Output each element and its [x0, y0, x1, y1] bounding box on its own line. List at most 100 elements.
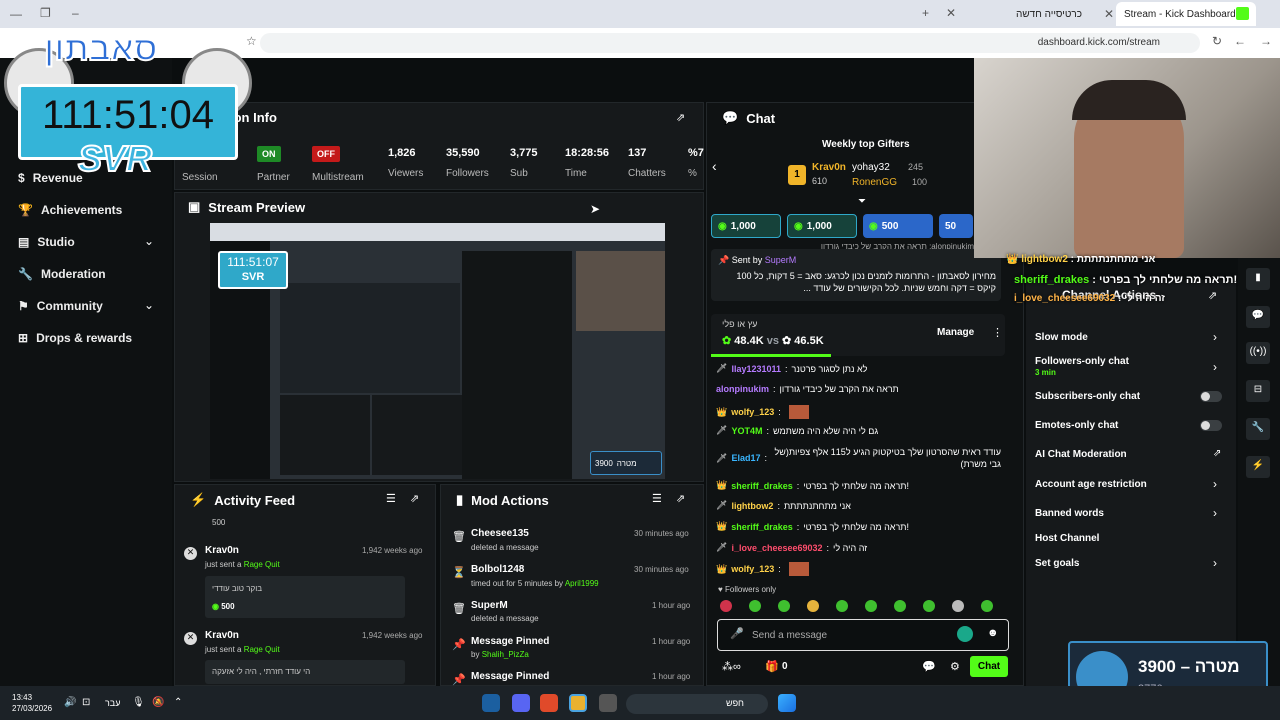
crown-icon: 👑 [716, 521, 728, 531]
emote-button[interactable] [836, 600, 848, 612]
file-explorer-icon[interactable] [599, 694, 617, 712]
network-icon[interactable]: ⊡ [82, 697, 90, 708]
notification-off-icon[interactable]: 🔕 [152, 697, 164, 708]
chrome-icon[interactable] [569, 694, 587, 712]
filter-icon[interactable]: ☰ [652, 492, 662, 505]
emote-button[interactable] [981, 600, 993, 612]
gift-box-icon[interactable]: 🎁 [765, 660, 779, 673]
gift-pill[interactable]: ◉ 500 [863, 214, 933, 238]
gear-icon[interactable]: ⚙ [950, 660, 960, 673]
chat-message: 👑 sheriff_drakes: תראה מה שלחתי לך בפרטי! [716, 480, 909, 491]
feed-item-time: 1,942 weeks ago [362, 546, 423, 555]
tab-close-icon[interactable]: ✕ [946, 6, 956, 20]
chat-user[interactable]: Elad17 [731, 453, 760, 463]
tab-close-icon[interactable]: ✕ [1104, 7, 1114, 21]
rail-broadcast-icon[interactable]: ((•)) [1246, 342, 1270, 364]
chat-user[interactable]: sheriff_drakes [731, 481, 793, 491]
chevron-right-icon[interactable]: › [1213, 330, 1217, 344]
steam-icon[interactable] [482, 694, 500, 712]
forward-icon[interactable]: → [1260, 34, 1272, 48]
sidebar-item-studio[interactable]: ▤ Studio [18, 235, 75, 249]
chevron-right-icon[interactable]: › [1213, 360, 1217, 374]
discord-icon[interactable] [512, 694, 530, 712]
chevron-down-icon[interactable]: ⌄ [144, 298, 154, 312]
emote-button[interactable] [720, 600, 732, 612]
tab-kick-dashboard[interactable]: Stream - Kick Dashboard [1116, 2, 1256, 26]
chat-user[interactable]: i_love_cheesee69032 [731, 543, 822, 553]
emote-button[interactable] [894, 600, 906, 612]
mic-icon[interactable]: 🎙 [132, 697, 145, 708]
minimize-icon[interactable]: — [10, 7, 22, 21]
chevron-left-icon[interactable]: ‹ [712, 158, 717, 174]
taskbar-language[interactable]: עבר [105, 698, 120, 708]
popout-icon[interactable]: ⇗ [1208, 289, 1217, 302]
tab-new-tab[interactable]: כרטיסייה חדשה [960, 2, 1090, 26]
chat-user[interactable]: Ilay1231011 [731, 364, 781, 374]
action-slow-mode[interactable]: Slow mode [1035, 332, 1088, 343]
chat-user[interactable]: sheriff_drakes [731, 522, 793, 532]
popout-icon[interactable]: ⇗ [676, 492, 685, 505]
action-banned-words[interactable]: Banned words [1035, 508, 1104, 519]
chevron-right-icon[interactable]: › [1213, 556, 1217, 570]
gift-pill[interactable]: 50 [939, 214, 973, 238]
action-ai-moderation[interactable]: AI Chat Moderation [1035, 449, 1127, 460]
action-set-goals[interactable]: Set goals [1035, 558, 1079, 569]
whatsapp-icon[interactable] [957, 626, 973, 642]
url-input[interactable]: dashboard.kick.com/stream [260, 33, 1200, 53]
rail-chat-icon[interactable]: 💬 [1246, 306, 1270, 328]
emote-button[interactable] [749, 600, 761, 612]
window-min-icon[interactable]: – [72, 6, 79, 20]
subscribers-only-toggle[interactable] [1200, 391, 1222, 402]
more-icon[interactable]: ⋮ [992, 326, 1003, 339]
emote-button[interactable] [778, 600, 790, 612]
chevron-right-icon[interactable]: › [1213, 477, 1217, 491]
popout-icon[interactable]: ⇗ [676, 111, 685, 124]
gift-pill[interactable]: ◉ 1,000 [787, 214, 857, 238]
chat-bubble-icon[interactable]: 💬 [922, 660, 936, 673]
action-followers-only[interactable]: Followers-only chat [1035, 356, 1129, 367]
send-chat-button[interactable]: Chat [970, 656, 1008, 677]
chat-user[interactable]: lightbow2 [731, 501, 773, 511]
rail-document-icon[interactable]: ▮ [1246, 268, 1270, 290]
external-link-icon[interactable]: ⇗ [1213, 448, 1221, 459]
reload-icon[interactable]: ↻ [1212, 34, 1222, 48]
sidebar-item-drops[interactable]: ⊞ Drops & rewards [18, 331, 132, 345]
manage-button[interactable]: Manage [937, 327, 974, 338]
chat-user[interactable]: YOT4M [731, 426, 762, 436]
chevron-down-icon[interactable]: ⌄ [144, 234, 154, 248]
gift-pill[interactable]: ◉ 1,000 [711, 214, 781, 238]
sidebar-item-moderation[interactable]: 🔧 Moderation [18, 267, 106, 281]
chat-user[interactable]: wolfy_123 [731, 564, 774, 574]
new-tab-icon[interactable]: + [922, 6, 929, 20]
rail-wrench-icon[interactable]: 🔧 [1246, 418, 1270, 440]
emote-button[interactable] [952, 600, 964, 612]
volume-icon[interactable]: 🔊 [64, 697, 76, 708]
stream-preview-video[interactable]: 111:51:07 SVR 3900 מטרה [210, 223, 665, 479]
chat-user[interactable]: alonpinukim [716, 384, 769, 394]
mic-icon[interactable]: 🎤 [730, 627, 744, 640]
action-account-age[interactable]: Account age restriction [1035, 479, 1147, 490]
emote-button[interactable] [923, 600, 935, 612]
taskbar-search[interactable] [626, 694, 768, 714]
rail-activity-icon[interactable]: ⚡ [1246, 456, 1270, 478]
emote-button[interactable] [865, 600, 877, 612]
chevron-right-icon[interactable]: › [1213, 506, 1217, 520]
emotes-only-toggle[interactable] [1200, 420, 1222, 431]
sidebar-item-achievements[interactable]: 🏆 Achievements [18, 203, 122, 217]
heart-icon: ♥ [718, 585, 723, 594]
rail-layout-icon[interactable]: ⊟ [1246, 380, 1270, 402]
popout-icon[interactable]: ⇗ [410, 492, 419, 505]
emoji-icon[interactable]: ☻ [987, 627, 999, 639]
sidebar-item-revenue[interactable]: $ Revenue [18, 171, 83, 185]
restore-icon[interactable]: ❐ [40, 6, 51, 20]
sidebar-item-community[interactable]: ⚑ Community [18, 299, 103, 313]
chat-user[interactable]: wolfy_123 [731, 407, 774, 417]
app-icon[interactable] [540, 694, 558, 712]
emote-button[interactable] [807, 600, 819, 612]
filter-icon[interactable]: ☰ [386, 492, 396, 505]
action-host-channel[interactable]: Host Channel [1035, 533, 1099, 544]
chevron-up-icon[interactable]: ⌃ [174, 697, 182, 708]
back-icon[interactable]: ← [1234, 34, 1246, 48]
windows-start-icon[interactable] [778, 694, 796, 712]
collapse-icon[interactable]: ⏷ [858, 196, 866, 207]
